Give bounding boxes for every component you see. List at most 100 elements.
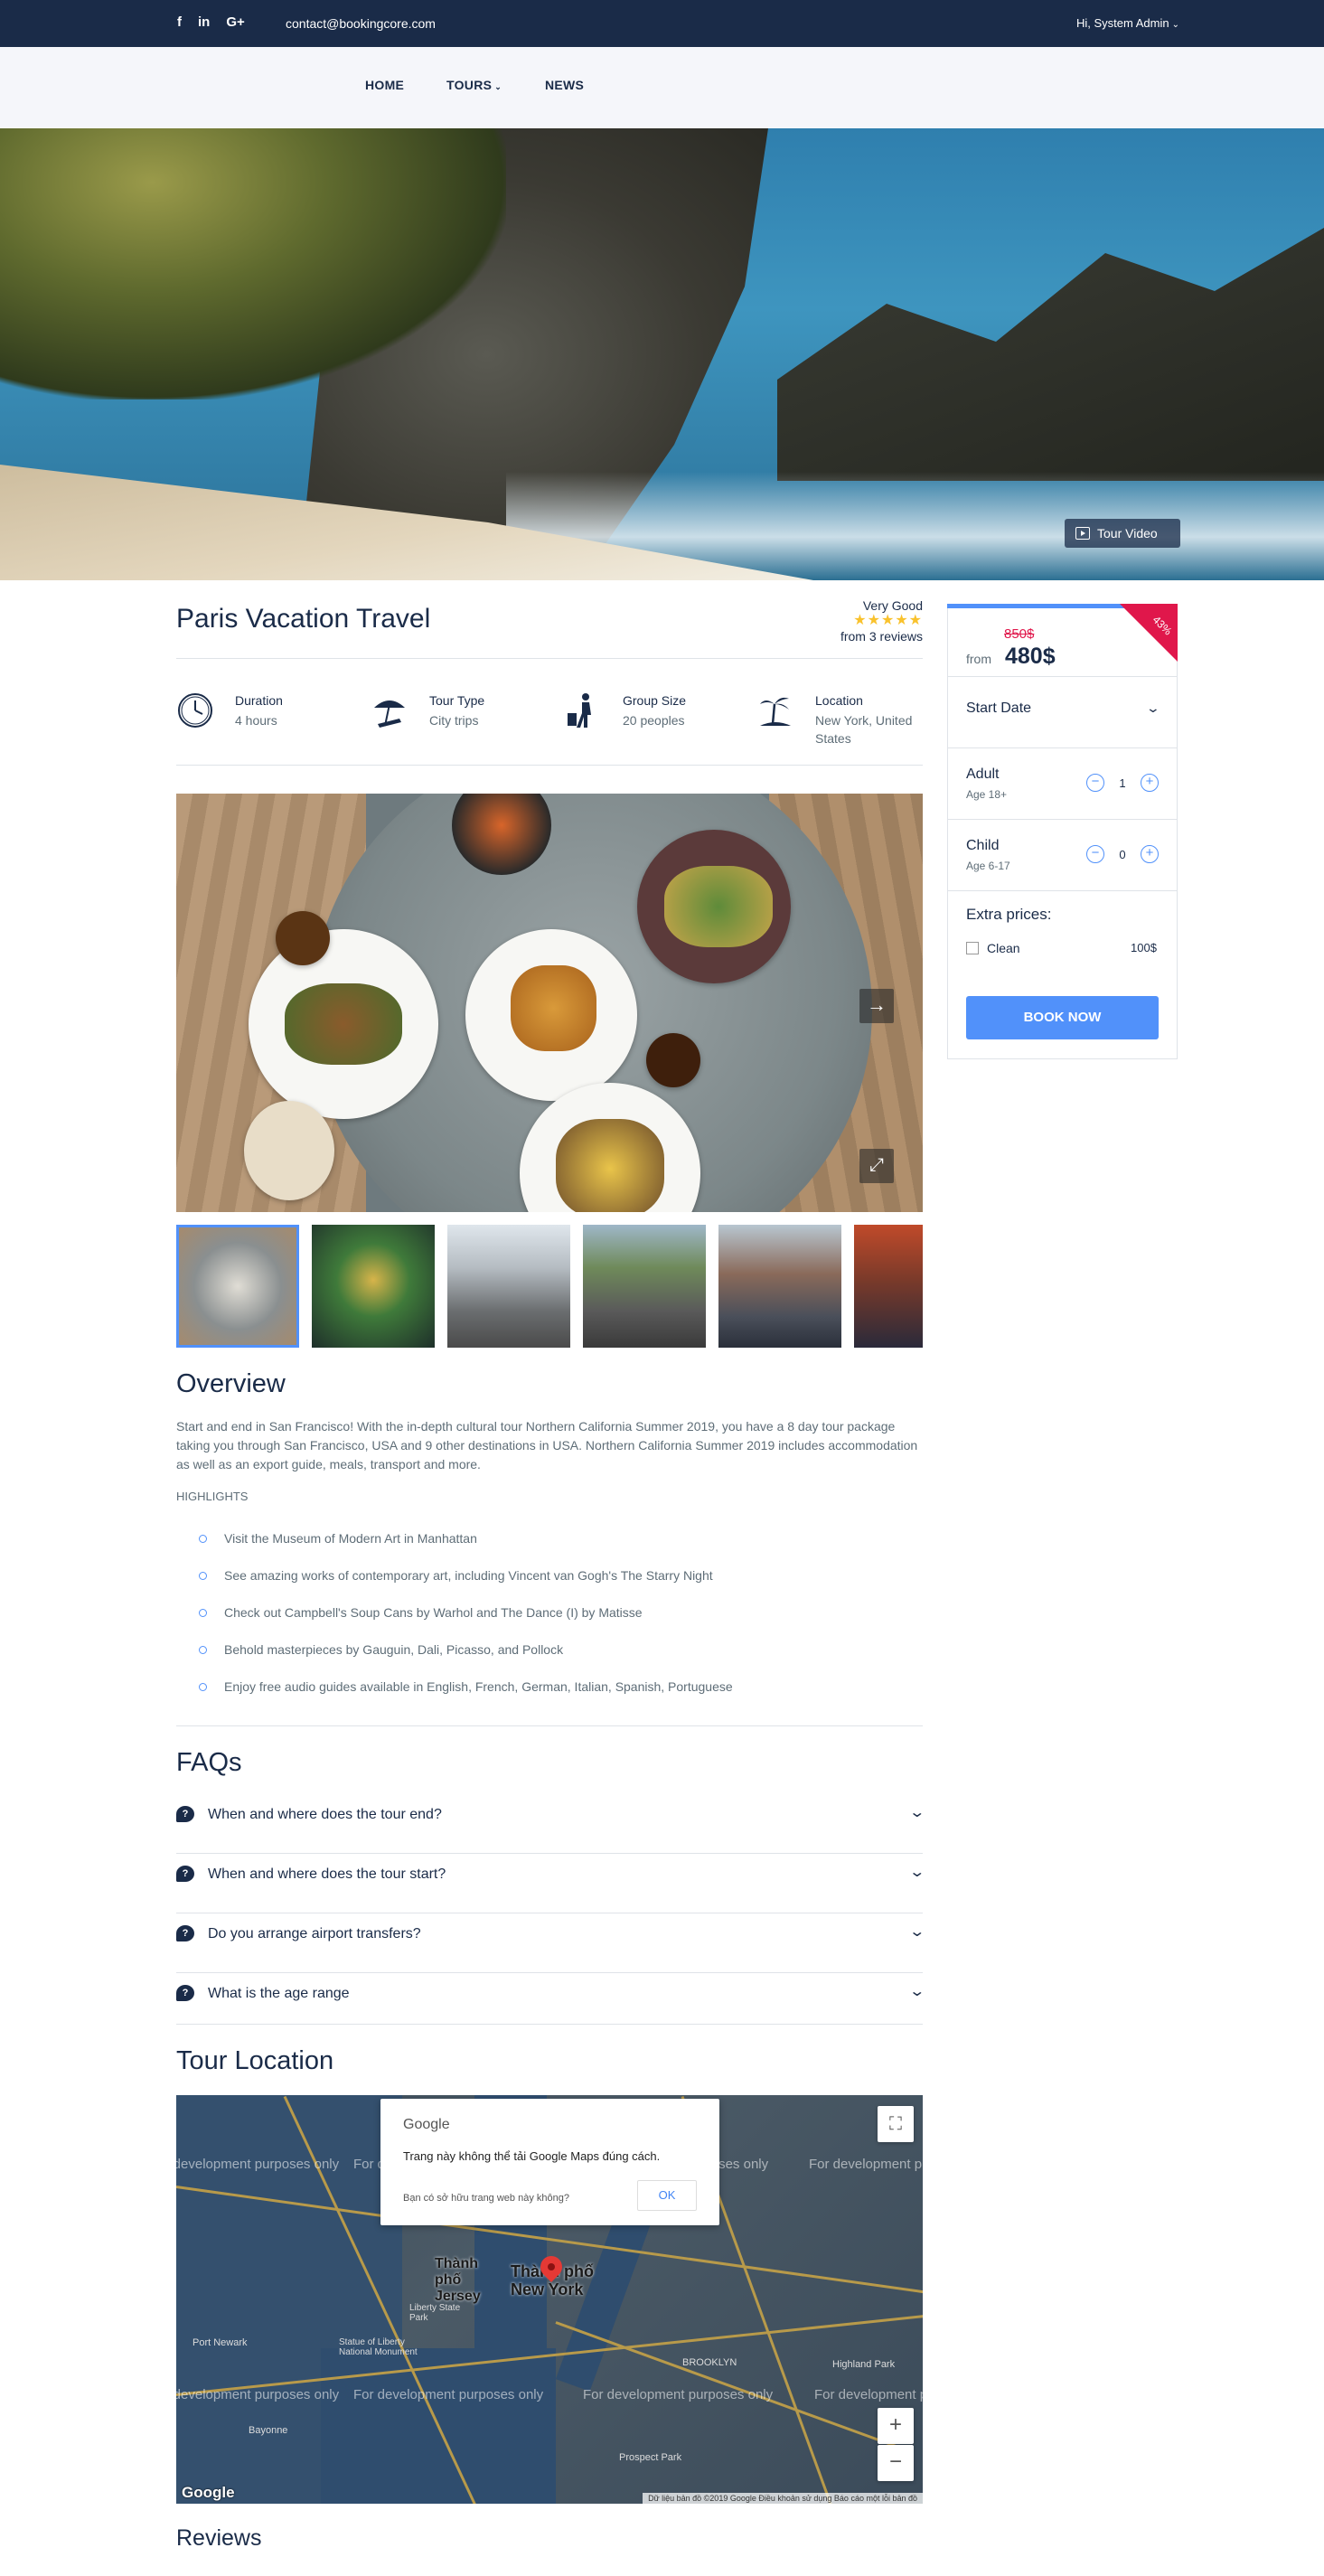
- zoom-out-button[interactable]: −: [878, 2445, 914, 2481]
- map-watermark: For development purposes only: [809, 2157, 923, 2172]
- zoom-in-button[interactable]: +: [878, 2408, 914, 2444]
- question-icon: ?: [176, 1806, 194, 1822]
- star-rating-icon: ★★★★★: [853, 613, 923, 628]
- map-place-label: Bayonne: [249, 2425, 288, 2436]
- map-watermark: For development purposes only: [176, 2387, 340, 2402]
- extra-checkbox[interactable]: [966, 942, 979, 954]
- adult-age: Age 18+: [966, 788, 1008, 801]
- faq-item[interactable]: ? When and where does the tour start? ⌄: [176, 1854, 925, 1913]
- book-now-button[interactable]: BOOK NOW: [966, 996, 1159, 1039]
- photo-coffee: [276, 911, 330, 965]
- info-value: City trips: [429, 713, 479, 728]
- gallery-thumbnails: [176, 1225, 923, 1349]
- gallery-fullscreen-button[interactable]: ⤢: [859, 1149, 894, 1183]
- hero-image: [0, 128, 1324, 580]
- tour-video-button[interactable]: Tour Video: [1065, 519, 1180, 548]
- child-stepper: − 0 +: [1086, 845, 1159, 865]
- contact-email[interactable]: contact@bookingcore.com: [286, 16, 436, 31]
- plus-icon[interactable]: +: [1141, 845, 1159, 863]
- info-value: 4 hours: [235, 713, 277, 728]
- info-value: 20 peoples: [623, 713, 685, 728]
- thumbnail-food-table[interactable]: [176, 1225, 299, 1348]
- question-icon: ?: [176, 1985, 194, 2001]
- faq-question: What is the age range: [208, 1986, 350, 2001]
- photo-mug: [244, 1101, 334, 1200]
- list-item: Behold masterpieces by Gauguin, Dali, Pi…: [199, 1642, 922, 1679]
- map-error-dialog: Google Trang này không thể tải Google Ma…: [380, 2099, 719, 2225]
- child-label: Child: [966, 838, 1000, 853]
- faq-item[interactable]: ? Do you arrange airport transfers? ⌄: [176, 1913, 925, 1973]
- list-item: See amazing works of contemporary art, i…: [199, 1568, 922, 1605]
- child-age: Age 6-17: [966, 860, 1010, 872]
- info-label: Group Size: [623, 693, 687, 708]
- start-date-select[interactable]: Start Date ⌄: [948, 676, 1177, 747]
- google-logo: Google: [182, 2484, 235, 2501]
- info-label: Tour Type: [429, 693, 485, 708]
- divider: [176, 765, 923, 766]
- palm-island-icon: [760, 697, 791, 726]
- map-place-label: Port Newark: [192, 2337, 248, 2348]
- chevron-down-icon: ⌄: [907, 1984, 925, 1999]
- linkedin-icon[interactable]: in: [198, 14, 210, 30]
- review-count[interactable]: from 3 reviews: [840, 629, 923, 644]
- overview-text: Start and end in San Francisco! With the…: [176, 1419, 918, 1471]
- start-date-label: Start Date: [966, 700, 1032, 716]
- map-owner-question: Bạn có sở hữu trang web này không?: [403, 2193, 569, 2204]
- thumbnail-salad-bowl[interactable]: [312, 1225, 435, 1348]
- plus-icon[interactable]: +: [1141, 774, 1159, 792]
- gallery-main-image[interactable]: [176, 794, 923, 1212]
- map-city-label: Thành phố Jersey: [435, 2256, 481, 2304]
- photo-food: [511, 965, 596, 1051]
- map-fullscreen-button[interactable]: ⛶: [878, 2106, 914, 2142]
- map-ok-button[interactable]: OK: [637, 2180, 697, 2211]
- user-menu[interactable]: Hi, System Admin ⌄: [1076, 16, 1179, 30]
- adult-stepper: − 1 +: [1086, 774, 1159, 794]
- nav-item-home[interactable]: HOME: [365, 78, 404, 92]
- google-plus-icon[interactable]: G+: [226, 14, 244, 30]
- traveler-icon: [568, 693, 591, 728]
- list-item: Enjoy free audio guides available in Eng…: [199, 1679, 922, 1716]
- minus-icon[interactable]: −: [1086, 845, 1104, 863]
- photo-coffee: [646, 1033, 700, 1087]
- thumbnail-city-street[interactable]: [447, 1225, 570, 1348]
- beach-umbrella-icon: [374, 700, 405, 728]
- child-row: Child Age 6-17 − 0 +: [948, 819, 1177, 890]
- thumbnail-night-street[interactable]: [854, 1225, 923, 1348]
- map-error-message: Trang này không thể tải Google Maps đúng…: [403, 2149, 661, 2163]
- faqs-heading: FAQs: [176, 1748, 242, 1777]
- page-title: Paris Vacation Travel: [176, 604, 431, 634]
- photo-food: [285, 983, 402, 1065]
- nav-item-tours-label: TOURS: [446, 78, 493, 92]
- list-item: Check out Campbell's Soup Cans by Warhol…: [199, 1605, 922, 1642]
- question-icon: ?: [176, 1925, 194, 1941]
- map-place-label: BROOKLYN: [682, 2357, 737, 2368]
- adult-count: 1: [1119, 776, 1126, 790]
- faq-item[interactable]: ? When and where does the tour end? ⌄: [176, 1794, 925, 1854]
- map-place-label: Highland Park: [832, 2359, 896, 2370]
- faq-question: When and where does the tour end?: [208, 1807, 442, 1822]
- photo-food: [556, 1119, 664, 1212]
- thumbnail-market-street[interactable]: [718, 1225, 841, 1348]
- nav-item-tours[interactable]: TOURS ⌄: [446, 78, 502, 92]
- faq-item[interactable]: ? What is the age range ⌄: [176, 1973, 925, 2025]
- divider: [176, 658, 923, 659]
- divider: [176, 1725, 923, 1726]
- gallery-next-button[interactable]: →: [859, 989, 894, 1023]
- adult-label: Adult: [966, 766, 1000, 782]
- chevron-down-icon: ⌄: [1145, 700, 1161, 715]
- facebook-icon[interactable]: f: [177, 14, 182, 30]
- chevron-down-icon: ⌄: [494, 82, 502, 91]
- rating-block: Very Good ★★★★★ from 3 reviews: [840, 598, 923, 644]
- info-label: Duration: [235, 693, 283, 708]
- highlights-list: Visit the Museum of Modern Art in Manhat…: [199, 1531, 922, 1716]
- location-map[interactable]: For development purposes only For develo…: [176, 2095, 923, 2504]
- thumbnail-motorbike-rider[interactable]: [583, 1225, 706, 1348]
- user-menu-label: Hi, System Admin: [1076, 16, 1169, 30]
- nav-item-news[interactable]: NEWS: [545, 78, 584, 92]
- map-footer[interactable]: Dữ liệu bản đồ ©2019 Google Điều khoản s…: [643, 2493, 923, 2504]
- minus-icon[interactable]: −: [1086, 774, 1104, 792]
- map-watermark: For development purposes only: [353, 2157, 380, 2172]
- faq-question: Do you arrange airport transfers?: [208, 1926, 421, 1941]
- child-count: 0: [1119, 848, 1126, 861]
- clock-icon: [178, 693, 212, 728]
